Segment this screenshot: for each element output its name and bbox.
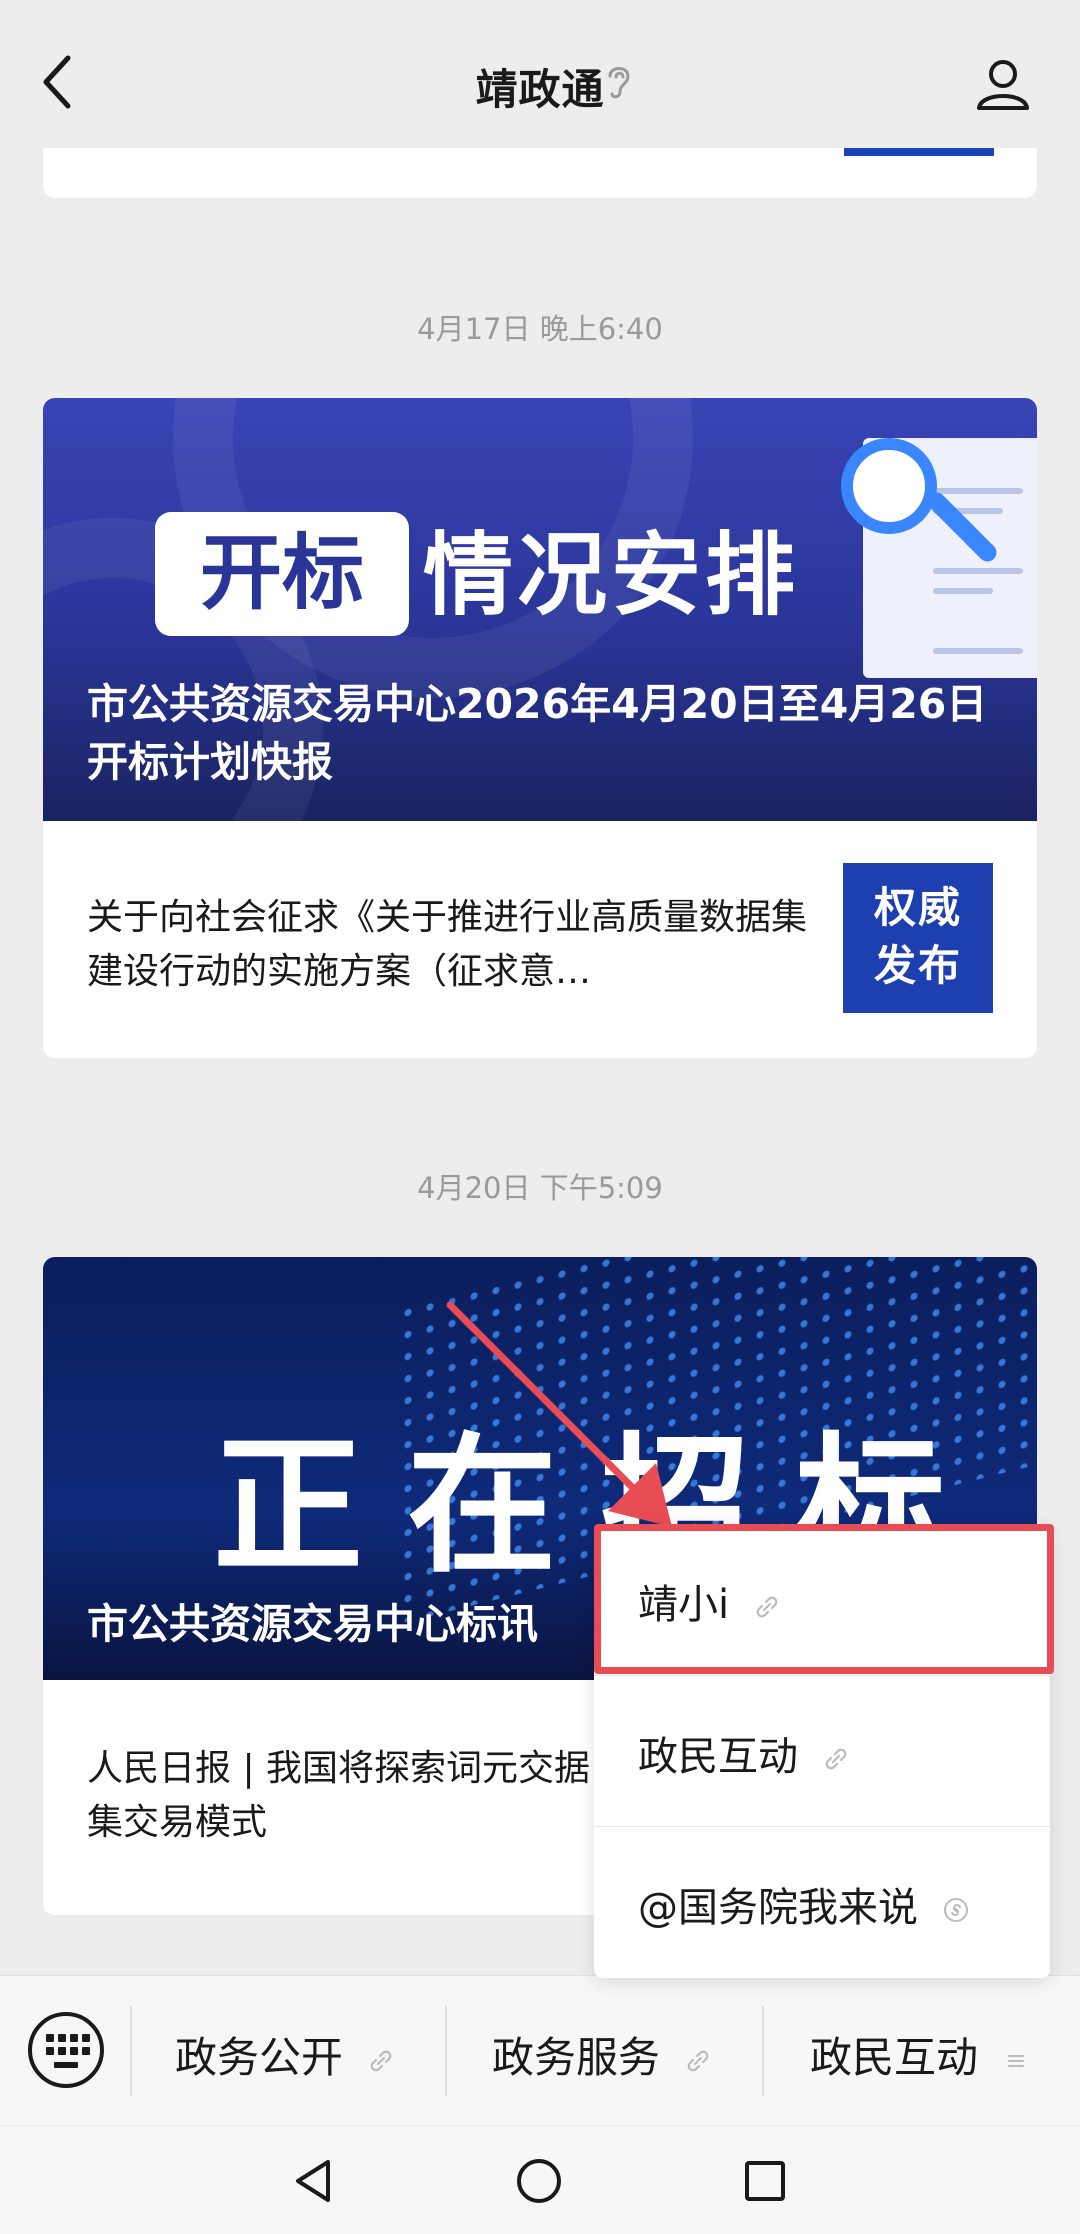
- article-thumbnail: 权威 发布: [843, 863, 993, 1013]
- article-title: 人民日报 | 我国将探索词元交据集交易模式: [87, 1748, 591, 1843]
- message-card: 开标 情况安排 市公共资源交易中心2026年4月20日至4月26日开标计划快报 …: [43, 398, 1037, 1058]
- menu-item-zhengwufuwu[interactable]: 政务服务: [492, 2024, 711, 2085]
- link-icon: [371, 2050, 392, 2071]
- top-bar: 靖政通: [0, 0, 1080, 148]
- submenu-item-jingxiaoi[interactable]: 靖小i: [594, 1524, 1050, 1674]
- keyboard-icon[interactable]: [28, 2012, 104, 2088]
- article-headline: 市公共资源交易中心标讯: [87, 1600, 538, 1648]
- submenu-item-label: 靖小i: [638, 1582, 730, 1628]
- mini-program-icon: [943, 1898, 968, 1922]
- link-icon: [825, 1748, 847, 1770]
- submenu-item-label: 政民互动: [638, 1734, 798, 1780]
- menu-item-label: 政民互动: [810, 2033, 979, 2082]
- nav-home-icon[interactable]: [514, 2156, 564, 2206]
- banner-badge: 开标: [155, 512, 409, 636]
- thumbnail-text: 权威: [873, 883, 962, 932]
- submenu-popup: 靖小i 政民互动 @国务院我来说: [594, 1524, 1050, 1978]
- submenu-item-guowuyuan[interactable]: @国务院我来说: [594, 1827, 1050, 1977]
- menu-icon: [1008, 2054, 1025, 2067]
- page-title: 靖政通: [475, 65, 605, 114]
- menu-item-zhengwugongkai[interactable]: 政务公开: [175, 2024, 394, 2085]
- article-headline: 市公共资源交易中心2026年4月20日至4月26日开标计划快报: [87, 680, 988, 786]
- nav-back-icon[interactable]: [290, 2156, 340, 2206]
- message-timestamp: 4月20日 下午5:09: [417, 1171, 663, 1205]
- link-icon: [756, 1596, 778, 1618]
- article-row[interactable]: 关于向社会征求《关于推进行业高质量数据集建设行动的实施方案（征求意… 权威 发布: [43, 821, 1037, 1058]
- article-banner[interactable]: 开标 情况安排 市公共资源交易中心2026年4月20日至4月26日开标计划快报: [43, 398, 1037, 821]
- system-nav-bar: [0, 2126, 1080, 2234]
- thumbnail-text: 发布: [873, 941, 962, 990]
- magnifier-icon: [841, 438, 937, 534]
- menu-item-zhengminhudong[interactable]: 政民互动: [810, 2024, 1029, 2085]
- link-icon: [688, 2050, 709, 2071]
- bottom-menu-bar: 政务公开 政务服务 政民互动: [0, 1975, 1080, 2125]
- nav-recents-icon[interactable]: [740, 2156, 790, 2206]
- ear-icon: [608, 67, 630, 99]
- article-title: 关于向社会征求《关于推进行业高质量数据集建设行动的实施方案（征求意…: [87, 897, 808, 992]
- message-timestamp: 4月17日 晚上6:40: [417, 312, 663, 346]
- submenu-item-zhengminhudong[interactable]: 政民互动: [594, 1676, 1050, 1826]
- submenu-item-label: @国务院我来说: [638, 1885, 918, 1931]
- menu-item-label: 政务公开: [175, 2033, 344, 2082]
- user-icon[interactable]: [975, 56, 1031, 112]
- menu-item-label: 政务服务: [492, 2033, 661, 2082]
- banner-title: 情况安排: [423, 523, 799, 628]
- annotation-arrow: [446, 1301, 672, 1527]
